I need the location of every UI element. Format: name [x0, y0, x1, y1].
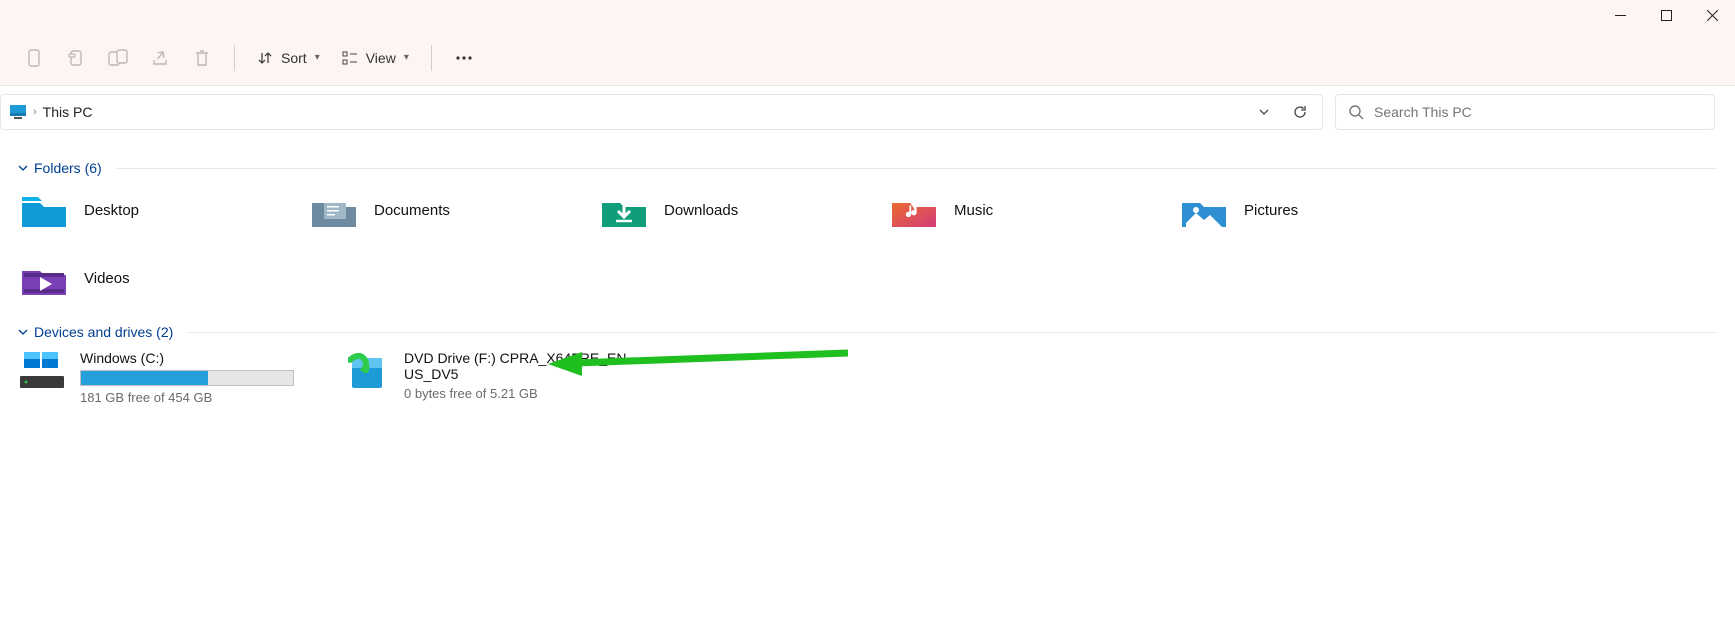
view-dropdown[interactable]: View ▾ [332, 38, 419, 78]
group-header-folders[interactable]: Folders (6) [18, 160, 1717, 176]
folder-label: Music [954, 202, 993, 219]
folder-music[interactable]: Music [888, 186, 1168, 234]
delete-button[interactable] [182, 38, 222, 78]
group-header-drives[interactable]: Devices and drives (2) [18, 324, 1717, 340]
maximize-button[interactable] [1643, 0, 1689, 30]
titlebar [0, 0, 1735, 30]
music-icon [890, 190, 938, 230]
minimize-button[interactable] [1597, 0, 1643, 30]
paste-button[interactable] [98, 38, 138, 78]
drive-free-text: 181 GB free of 454 GB [80, 390, 318, 405]
folder-label: Videos [84, 270, 130, 287]
breadcrumb-current[interactable]: This PC [43, 104, 93, 120]
chevron-down-icon: ▾ [404, 52, 409, 63]
divider [116, 168, 1717, 169]
drive-name: Windows (C:) [80, 350, 318, 366]
folder-label: Pictures [1244, 202, 1298, 219]
drive-free-text: 0 bytes free of 5.21 GB [404, 386, 648, 401]
folder-label: Downloads [664, 202, 738, 219]
folder-desktop[interactable]: Desktop [18, 186, 298, 234]
view-label: View [366, 50, 396, 66]
sort-label: Sort [281, 50, 307, 66]
group-header-label: Folders (6) [34, 160, 102, 176]
drive-c[interactable]: Windows (C:) 181 GB free of 454 GB [18, 350, 318, 405]
drive-dvd[interactable]: DVD Drive (F:) CPRA_X64FRE_EN-US_DV5 0 b… [348, 350, 648, 405]
view-icon [342, 50, 358, 66]
folders-grid: Desktop Documents Downloads Music Pictur… [18, 186, 1717, 302]
dvd-drive-icon [348, 350, 390, 390]
search-box[interactable] [1335, 94, 1715, 130]
downloads-icon [600, 190, 648, 230]
content-pane: Folders (6) Desktop Documents Downloads [0, 138, 1735, 415]
history-dropdown[interactable] [1252, 100, 1276, 124]
separator [431, 45, 432, 71]
group-header-label: Devices and drives (2) [34, 324, 173, 340]
more-button[interactable] [444, 38, 484, 78]
folder-label: Desktop [84, 202, 139, 219]
address-row: › This PC [0, 86, 1735, 138]
breadcrumb-separator: › [33, 106, 37, 118]
divider [187, 332, 1717, 333]
chevron-down-icon [18, 163, 28, 173]
local-disk-icon [18, 350, 66, 390]
folder-pictures[interactable]: Pictures [1178, 186, 1458, 234]
pictures-icon [1180, 190, 1228, 230]
capacity-fill [81, 371, 208, 385]
videos-icon [20, 258, 68, 298]
toolbar: Sort ▾ View ▾ [0, 30, 1735, 86]
folder-downloads[interactable]: Downloads [598, 186, 878, 234]
chevron-down-icon [18, 327, 28, 337]
chevron-down-icon: ▾ [315, 52, 320, 63]
folder-documents[interactable]: Documents [308, 186, 588, 234]
thispc-icon [9, 104, 27, 120]
address-bar[interactable]: › This PC [0, 94, 1323, 130]
sort-dropdown[interactable]: Sort ▾ [247, 38, 330, 78]
documents-icon [310, 190, 358, 230]
sort-icon [257, 50, 273, 66]
desktop-icon [20, 190, 68, 230]
close-button[interactable] [1689, 0, 1735, 30]
share-button[interactable] [140, 38, 180, 78]
copy-button[interactable] [56, 38, 96, 78]
folder-label: Documents [374, 202, 450, 219]
drives-grid: Windows (C:) 181 GB free of 454 GB DVD D… [18, 350, 1717, 405]
refresh-button[interactable] [1282, 98, 1318, 126]
search-input[interactable] [1374, 104, 1702, 120]
new-item-button[interactable] [14, 38, 54, 78]
drive-name: DVD Drive (F:) CPRA_X64FRE_EN-US_DV5 [404, 350, 648, 382]
capacity-bar [80, 370, 294, 386]
separator [234, 45, 235, 71]
folder-videos[interactable]: Videos [18, 254, 298, 302]
search-icon [1348, 104, 1364, 120]
